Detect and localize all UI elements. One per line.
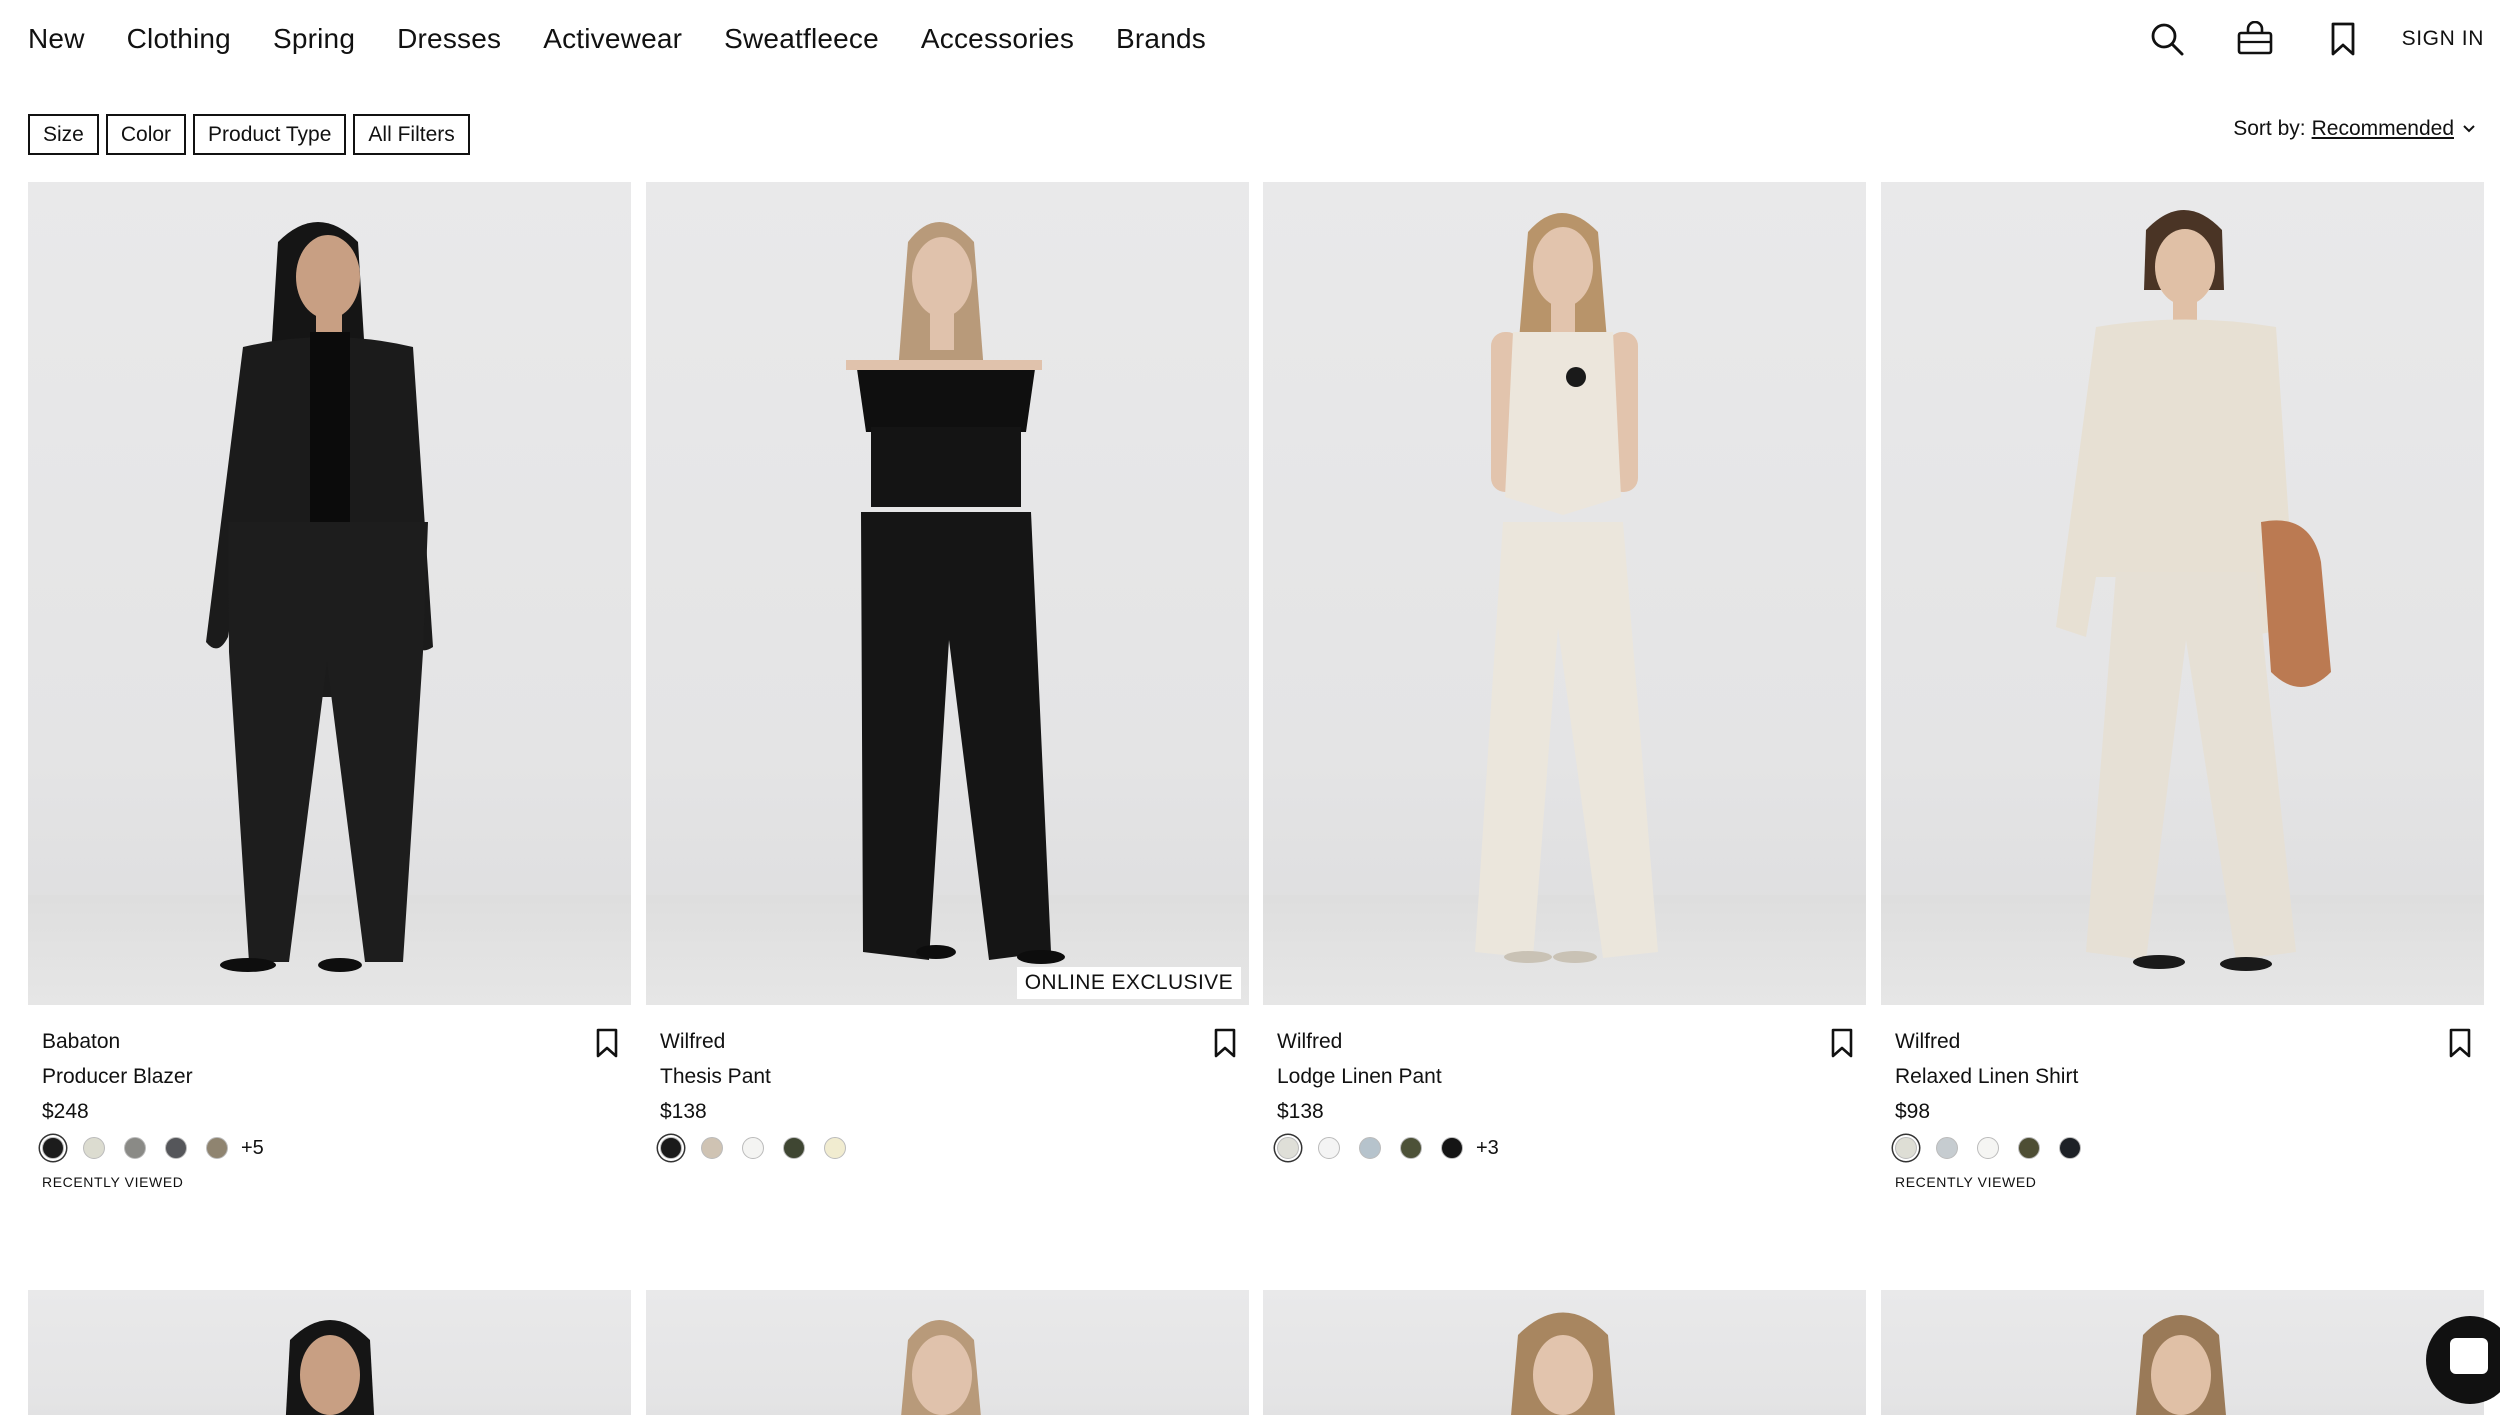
color-swatch[interactable] (742, 1137, 764, 1159)
more-colors-link[interactable]: +5 (241, 1137, 264, 1160)
online-exclusive-badge: ONLINE EXCLUSIVE (1016, 967, 1241, 999)
model-figure (901, 1320, 981, 1415)
product-brand: Wilfred (660, 1030, 726, 1053)
nav-link-sweatfleece[interactable]: Sweatfleece (724, 20, 879, 58)
product-name[interactable]: Lodge Linen Pant (1277, 1059, 1857, 1094)
sign-in-link[interactable]: SIGN IN (2402, 16, 2484, 62)
color-swatch[interactable] (165, 1137, 187, 1159)
product-image[interactable] (28, 1290, 631, 1415)
model-figure (2136, 1315, 2226, 1415)
color-swatch[interactable] (783, 1137, 805, 1159)
product-info: Babaton Producer Blazer $248 +5 RECENTLY… (42, 1024, 622, 1190)
nav-link-new[interactable]: New (28, 20, 85, 58)
more-colors-link[interactable]: +3 (1476, 1137, 1499, 1160)
color-swatch[interactable] (1359, 1137, 1381, 1159)
nav-link-activewear[interactable]: Activewear (543, 20, 682, 58)
color-swatch[interactable] (124, 1137, 146, 1159)
product-info: Wilfred Thesis Pant $138 (660, 1024, 1240, 1163)
bag-button[interactable] (2232, 16, 2278, 62)
nav-link-dresses[interactable]: Dresses (397, 20, 501, 58)
color-swatch[interactable] (1441, 1137, 1463, 1159)
model-figure (2056, 210, 2331, 971)
color-swatch[interactable] (1400, 1137, 1422, 1159)
product-info: Wilfred Lodge Linen Pant $138 +3 (1277, 1024, 1857, 1163)
model-figure (846, 222, 1065, 964)
product-image[interactable] (646, 1290, 1249, 1415)
product-brand: Wilfred (1895, 1030, 1961, 1053)
product-image[interactable] (1881, 182, 2484, 1005)
chat-icon (2450, 1338, 2488, 1374)
color-swatch[interactable] (2018, 1137, 2040, 1159)
color-swatches (1895, 1133, 2475, 1163)
product-image[interactable] (28, 182, 631, 1005)
color-swatch[interactable] (206, 1137, 228, 1159)
all-filters-button[interactable]: All Filters (353, 114, 470, 155)
product-price: $138 (660, 1100, 707, 1123)
product-brand: Wilfred (1277, 1030, 1343, 1053)
product-name[interactable]: Relaxed Linen Shirt (1895, 1059, 2475, 1094)
nav-link-spring[interactable]: Spring (273, 20, 355, 58)
bookmark-icon (2331, 22, 2355, 56)
header-actions: SIGN IN (2144, 16, 2484, 62)
product-image[interactable] (1881, 1290, 2484, 1415)
product-image[interactable] (1263, 1290, 1866, 1415)
product-price: $248 (42, 1100, 89, 1123)
color-swatches: +5 (42, 1133, 622, 1163)
color-swatch[interactable] (83, 1137, 105, 1159)
color-swatch[interactable] (1895, 1137, 1917, 1159)
category-nav: New Clothing Spring Dresses Activewear S… (28, 20, 1248, 58)
nav-link-clothing[interactable]: Clothing (127, 20, 231, 58)
model-figure (206, 222, 433, 972)
product-name[interactable]: Producer Blazer (42, 1059, 622, 1094)
filter-size-button[interactable]: Size (28, 114, 99, 155)
product-name[interactable]: Thesis Pant (660, 1059, 1240, 1094)
filter-color-button[interactable]: Color (105, 114, 187, 155)
model-figure (1511, 1312, 1615, 1415)
bag-icon (2237, 21, 2272, 55)
color-swatches (660, 1133, 1240, 1163)
recently-viewed-label: RECENTLY VIEWED (1895, 1174, 2037, 1190)
filter-product-type-button[interactable]: Product Type (193, 114, 347, 155)
sort-value[interactable]: Recommended (2312, 117, 2454, 141)
sort-dropdown[interactable]: Sort by: Recommended (2233, 117, 2476, 141)
saved-items-button[interactable] (2320, 16, 2366, 62)
color-swatch[interactable] (660, 1137, 682, 1159)
top-navigation: New Clothing Spring Dresses Activewear S… (0, 0, 2500, 80)
search-button[interactable] (2144, 16, 2190, 62)
color-swatch[interactable] (42, 1137, 64, 1159)
recently-viewed-label: RECENTLY VIEWED (42, 1174, 184, 1190)
product-image[interactable] (1263, 182, 1866, 1005)
nav-link-accessories[interactable]: Accessories (921, 20, 1074, 58)
color-swatch[interactable] (2059, 1137, 2081, 1159)
model-figure (285, 1320, 375, 1415)
color-swatch[interactable] (824, 1137, 846, 1159)
product-image[interactable]: ONLINE EXCLUSIVE (646, 182, 1249, 1005)
nav-link-brands[interactable]: Brands (1116, 20, 1206, 58)
color-swatch[interactable] (1936, 1137, 1958, 1159)
product-brand: Babaton (42, 1030, 121, 1053)
color-swatch[interactable] (1277, 1137, 1299, 1159)
filter-bar: Size Color Product Type All Filters (28, 114, 470, 155)
product-info: Wilfred Relaxed Linen Shirt $98 RECENTLY… (1895, 1024, 2475, 1190)
chevron-down-icon (2463, 125, 2475, 133)
product-price: $138 (1277, 1100, 1324, 1123)
sort-label: Sort by: (2233, 117, 2306, 140)
color-swatch[interactable] (1318, 1137, 1340, 1159)
product-price: $98 (1895, 1100, 1931, 1123)
color-swatch[interactable] (1977, 1137, 1999, 1159)
search-icon (2151, 23, 2184, 56)
color-swatch[interactable] (701, 1137, 723, 1159)
model-figure (1475, 213, 1658, 963)
color-swatches: +3 (1277, 1133, 1857, 1163)
